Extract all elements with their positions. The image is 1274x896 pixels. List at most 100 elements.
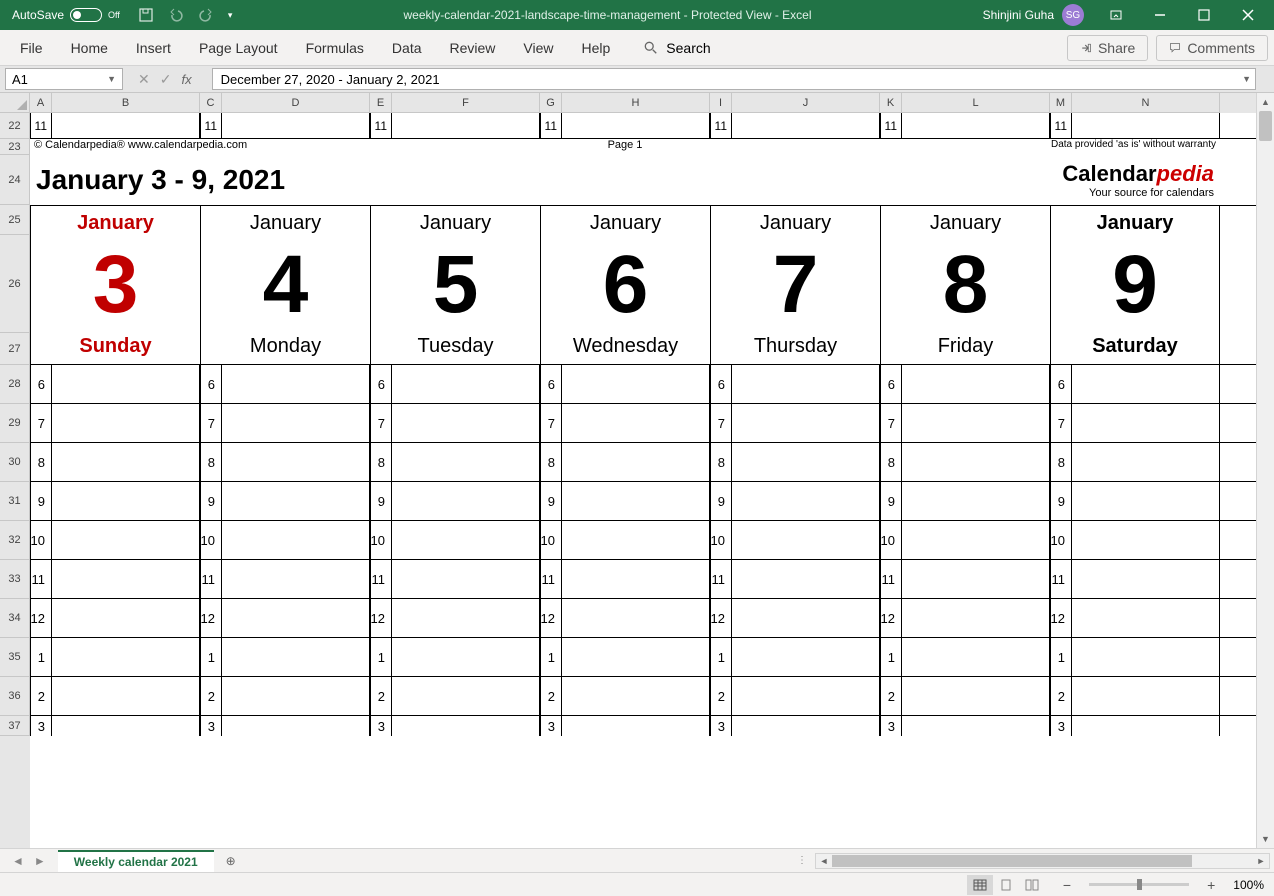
hour-slot[interactable] — [52, 482, 200, 520]
hour-slot[interactable] — [222, 638, 370, 676]
hour-slot[interactable] — [902, 521, 1050, 559]
hour-slot[interactable] — [52, 599, 200, 637]
hour-slot[interactable] — [732, 677, 880, 715]
hour-cell[interactable]: 1 — [370, 638, 392, 676]
scroll-down-icon[interactable]: ▼ — [1257, 830, 1274, 848]
redo-icon[interactable] — [198, 7, 214, 23]
hour-slot[interactable] — [1072, 716, 1220, 736]
minimize-button[interactable] — [1138, 0, 1182, 30]
column-header-A[interactable]: A — [30, 93, 52, 113]
hour-slot[interactable] — [1072, 482, 1220, 520]
cancel-icon[interactable]: ✕ — [138, 71, 150, 88]
day-column-friday[interactable]: January8Friday — [880, 206, 1050, 364]
hour-slot[interactable] — [392, 404, 540, 442]
hour-cell[interactable]: 1 — [200, 638, 222, 676]
hour-cell[interactable]: 8 — [540, 443, 562, 481]
hour-slot[interactable] — [732, 638, 880, 676]
hour-cell[interactable]: 6 — [880, 365, 902, 403]
hour-slot[interactable] — [562, 560, 710, 598]
column-header-L[interactable]: L — [902, 93, 1050, 113]
row-header-36[interactable]: 36 — [0, 677, 30, 716]
hour-slot[interactable] — [562, 716, 710, 736]
scroll-right-icon[interactable]: ► — [1253, 856, 1269, 866]
hour-slot[interactable] — [902, 482, 1050, 520]
hour-cell[interactable]: 7 — [1050, 404, 1072, 442]
hour-slot[interactable] — [52, 521, 200, 559]
hour-cell[interactable]: 6 — [200, 365, 222, 403]
scroll-up-icon[interactable]: ▲ — [1257, 93, 1274, 111]
column-header-D[interactable]: D — [222, 93, 370, 113]
hour-slot[interactable] — [222, 677, 370, 715]
hscroll-thumb[interactable] — [832, 855, 1192, 867]
tab-data[interactable]: Data — [378, 32, 436, 64]
hour-slot[interactable] — [732, 560, 880, 598]
vertical-scrollbar[interactable]: ▲ ▼ — [1256, 93, 1274, 848]
hour-cell[interactable]: 11 — [540, 560, 562, 598]
cell-blank[interactable] — [1072, 113, 1220, 138]
hour-slot[interactable] — [562, 404, 710, 442]
hour-cell[interactable]: 10 — [540, 521, 562, 559]
column-header-M[interactable]: M — [1050, 93, 1072, 113]
hour-slot[interactable] — [52, 443, 200, 481]
qat-dropdown-icon[interactable]: ▾ — [228, 10, 233, 21]
hour-cell[interactable]: 3 — [880, 716, 902, 736]
hour-cell[interactable]: 12 — [200, 599, 222, 637]
add-sheet-button[interactable]: ⊕ — [214, 854, 248, 868]
hour-cell[interactable]: 12 — [710, 599, 732, 637]
hour-cell[interactable]: 6 — [1050, 365, 1072, 403]
hour-cell[interactable]: 1 — [540, 638, 562, 676]
hour-cell[interactable]: 3 — [200, 716, 222, 736]
hour-cell[interactable]: 12 — [540, 599, 562, 637]
hour-cell[interactable]: 2 — [1050, 677, 1072, 715]
row-header-33[interactable]: 33 — [0, 560, 30, 599]
hour-slot[interactable] — [1072, 599, 1220, 637]
day-column-thursday[interactable]: January7Thursday — [710, 206, 880, 364]
hour-cell[interactable]: 11 — [30, 560, 52, 598]
hour-slot[interactable] — [392, 365, 540, 403]
tab-view[interactable]: View — [509, 32, 567, 64]
scroll-left-icon[interactable]: ◄ — [816, 856, 832, 866]
hour-cell[interactable]: 12 — [30, 599, 52, 637]
hour-cell[interactable]: 3 — [540, 716, 562, 736]
row-header-23[interactable]: 23 — [0, 139, 30, 155]
share-button[interactable]: Share — [1067, 35, 1148, 61]
hour-slot[interactable] — [902, 404, 1050, 442]
hour-slot[interactable] — [1072, 443, 1220, 481]
enter-icon[interactable]: ✓ — [160, 71, 172, 88]
autosave-toggle[interactable]: AutoSave Off — [4, 8, 128, 22]
cell-hour[interactable]: 11 — [370, 113, 392, 138]
hour-slot[interactable] — [392, 443, 540, 481]
cell-blank[interactable] — [52, 113, 200, 138]
cells-area[interactable]: 11111111111111 © Calendarpedia® www.cale… — [30, 113, 1256, 848]
hour-cell[interactable]: 6 — [370, 365, 392, 403]
hour-cell[interactable]: 2 — [370, 677, 392, 715]
hour-cell[interactable]: 2 — [880, 677, 902, 715]
hour-cell[interactable]: 7 — [710, 404, 732, 442]
hour-cell[interactable]: 6 — [30, 365, 52, 403]
hour-slot[interactable] — [392, 521, 540, 559]
hour-slot[interactable] — [52, 638, 200, 676]
hour-cell[interactable]: 8 — [200, 443, 222, 481]
column-header-K[interactable]: K — [880, 93, 902, 113]
hour-slot[interactable] — [902, 677, 1050, 715]
hour-cell[interactable]: 11 — [1050, 560, 1072, 598]
hour-cell[interactable]: 3 — [1050, 716, 1072, 736]
column-header-N[interactable]: N — [1072, 93, 1220, 113]
hour-slot[interactable] — [732, 443, 880, 481]
day-column-tuesday[interactable]: January5Tuesday — [370, 206, 540, 364]
hour-slot[interactable] — [392, 677, 540, 715]
hour-cell[interactable]: 9 — [370, 482, 392, 520]
cell-hour[interactable]: 11 — [1050, 113, 1072, 138]
hour-cell[interactable]: 10 — [710, 521, 732, 559]
hour-slot[interactable] — [732, 521, 880, 559]
hour-cell[interactable]: 7 — [200, 404, 222, 442]
page-break-view-button[interactable] — [1019, 875, 1045, 895]
hour-cell[interactable]: 9 — [540, 482, 562, 520]
hour-cell[interactable]: 3 — [710, 716, 732, 736]
zoom-level[interactable]: 100% — [1233, 878, 1264, 892]
hour-slot[interactable] — [1072, 404, 1220, 442]
hour-cell[interactable]: 1 — [1050, 638, 1072, 676]
hour-slot[interactable] — [222, 443, 370, 481]
hour-cell[interactable]: 12 — [370, 599, 392, 637]
column-header-H[interactable]: H — [562, 93, 710, 113]
